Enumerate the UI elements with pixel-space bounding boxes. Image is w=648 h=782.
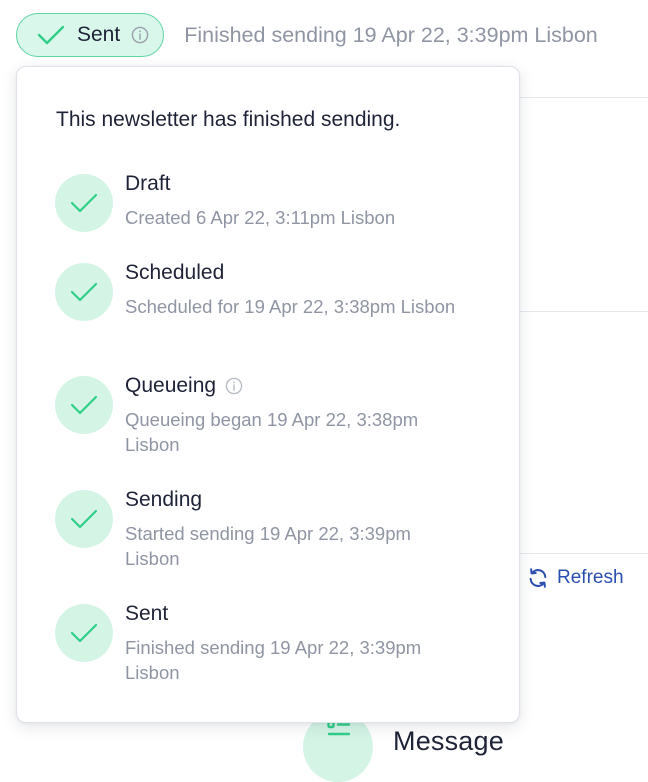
step-title: Sending [125, 488, 203, 511]
status-summary: Finished sending 19 Apr 22, 3:39pm Lisbo… [184, 22, 598, 47]
background-divider [520, 553, 648, 554]
step-description: Created 6 Apr 22, 3:11pm Lisbon [125, 207, 396, 228]
step-description: Finished sending 19 Apr 22, 3:39pm Lisbo… [125, 637, 422, 683]
step-draft: Draft Created 6 Apr 22, 3:11pm Lisbon [55, 171, 465, 232]
refresh-icon [529, 568, 547, 588]
background-divider [520, 311, 648, 312]
step-status-circle [55, 604, 113, 662]
status-pill-button[interactable]: Sent [16, 13, 165, 57]
step-status-circle [55, 490, 113, 548]
info-icon[interactable] [225, 377, 243, 395]
refresh-button[interactable]: Refresh [527, 567, 624, 589]
check-icon [70, 395, 98, 415]
status-popover: This newsletter has finished sending. Dr… [16, 66, 520, 723]
popover-intro: This newsletter has finished sending. [56, 108, 401, 131]
step-status-circle [55, 376, 113, 434]
status-row: Sent Finished sending 19 Apr 22, 3:39pm … [16, 13, 598, 57]
step-scheduled: Scheduled Scheduled for 19 Apr 22, 3:38p… [55, 260, 465, 321]
background-divider [520, 97, 648, 98]
step-sending: Sending Started sending 19 Apr 22, 3:39p… [55, 487, 465, 571]
check-icon [70, 623, 98, 643]
check-icon [70, 509, 98, 529]
status-pill-label: Sent [77, 23, 121, 46]
check-icon [37, 25, 65, 45]
step-sent: Sent Finished sending 19 Apr 22, 3:39pm … [55, 601, 465, 685]
step-title: Draft [125, 172, 171, 195]
check-icon [70, 282, 98, 302]
step-queueing: Queueing Queueing began 19 Apr 22, 3:38p… [55, 373, 465, 457]
step-description: Started sending 19 Apr 22, 3:39pm Lisbon [125, 523, 411, 569]
step-title: Sent [125, 602, 169, 625]
message-label: Message [393, 726, 504, 756]
step-status-circle [55, 263, 113, 321]
step-description: Queueing began 19 Apr 22, 3:38pm Lisbon [125, 409, 419, 455]
step-description: Scheduled for 19 Apr 22, 3:38pm Lisbon [125, 296, 456, 317]
info-icon[interactable] [131, 26, 149, 44]
step-title: Scheduled [125, 261, 225, 284]
step-title: Queueing [125, 374, 217, 397]
step-status-circle [55, 174, 113, 232]
check-icon [70, 193, 98, 213]
refresh-label: Refresh [557, 567, 624, 588]
list-icon [327, 720, 351, 736]
